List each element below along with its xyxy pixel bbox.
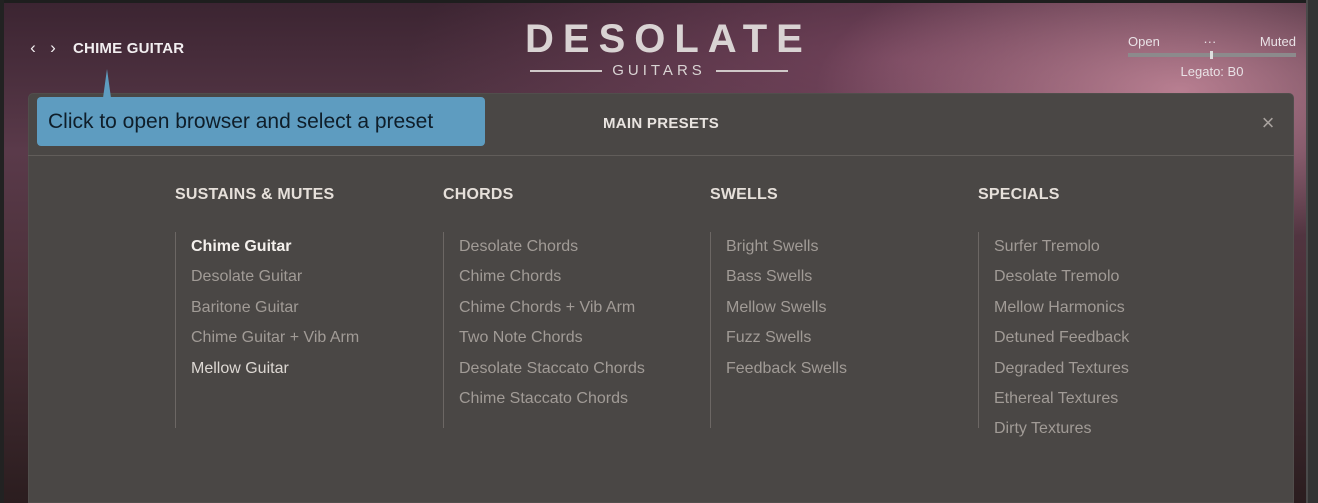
mode-mid-label: ···	[1203, 34, 1217, 49]
window-top-edge	[0, 0, 1318, 3]
next-preset-icon[interactable]: ›	[47, 38, 59, 58]
column-divider	[443, 232, 444, 428]
preset-item[interactable]: Desolate Chords	[459, 232, 683, 262]
articulation-labels: Open ··· Muted	[1128, 34, 1296, 49]
preset-item[interactable]: Mellow Swells	[726, 293, 950, 323]
preset-item[interactable]: Chime Chords + Vib Arm	[459, 293, 683, 323]
column-title: SUSTAINS & MUTES	[175, 186, 335, 203]
articulation-control: Open ··· Muted Legato: B0	[1128, 34, 1296, 79]
preset-item[interactable]: Chime Guitar	[191, 232, 415, 262]
preset-item[interactable]: Chime Chords	[459, 262, 683, 292]
logo-subtitle: GUITARS	[612, 62, 706, 79]
preset-item[interactable]: Mellow Guitar	[191, 354, 415, 384]
preset-item[interactable]: Desolate Tremolo	[994, 262, 1218, 292]
preset-item[interactable]: Chime Staccato Chords	[459, 384, 683, 414]
logo-rule-right	[715, 70, 788, 72]
window-left-edge	[0, 0, 4, 503]
product-logo: DESOLATE GUITARS	[516, 17, 812, 79]
previous-preset-icon[interactable]: ‹	[27, 38, 39, 58]
column-title: SWELLS	[710, 186, 778, 203]
preset-item[interactable]: Baritone Guitar	[191, 293, 415, 323]
mode-open-label[interactable]: Open	[1128, 34, 1160, 49]
preset-item[interactable]: Desolate Guitar	[191, 262, 415, 292]
preset-item[interactable]: Dirty Textures	[994, 414, 1218, 444]
preset-item[interactable]: Feedback Swells	[726, 354, 950, 384]
preset-item[interactable]: Bright Swells	[726, 232, 950, 262]
preset-item[interactable]: Chime Guitar + Vib Arm	[191, 323, 415, 353]
column-title: CHORDS	[443, 186, 514, 203]
logo-rule-left	[530, 70, 603, 72]
preset-column-specials: SPECIALS Surfer Tremolo Desolate Tremolo…	[978, 186, 1218, 445]
preset-item[interactable]: Ethereal Textures	[994, 384, 1218, 414]
logo-title: DESOLATE	[525, 17, 812, 61]
preset-item[interactable]: Two Note Chords	[459, 323, 683, 353]
column-title: SPECIALS	[978, 186, 1060, 203]
current-preset-name[interactable]: CHIME GUITAR	[73, 40, 184, 57]
preset-list: Chime Guitar Desolate Guitar Baritone Gu…	[175, 232, 415, 428]
preset-column-swells: SWELLS Bright Swells Bass Swells Mellow …	[710, 186, 950, 428]
column-divider	[978, 232, 979, 428]
preset-list: Surfer Tremolo Desolate Tremolo Mellow H…	[978, 232, 1218, 445]
preset-item[interactable]: Detuned Feedback	[994, 323, 1218, 353]
articulation-slider-handle[interactable]	[1210, 51, 1213, 59]
column-divider	[175, 232, 176, 428]
logo-subtitle-row: GUITARS	[516, 63, 802, 79]
preset-navigator: ‹ › CHIME GUITAR	[27, 38, 184, 58]
column-divider	[710, 232, 711, 428]
mode-muted-label[interactable]: Muted	[1260, 34, 1296, 49]
close-icon[interactable]: ×	[1258, 111, 1278, 135]
preset-list: Desolate Chords Chime Chords Chime Chord…	[443, 232, 683, 428]
app-window: ‹ › CHIME GUITAR DESOLATE GUITARS Open ·…	[0, 0, 1318, 503]
preset-item[interactable]: Bass Swells	[726, 262, 950, 292]
legato-indicator: Legato: B0	[1180, 64, 1244, 79]
preset-column-chords: CHORDS Desolate Chords Chime Chords Chim…	[443, 186, 683, 428]
preset-list: Bright Swells Bass Swells Mellow Swells …	[710, 232, 950, 428]
window-scrollbar[interactable]	[1306, 0, 1318, 503]
preset-item[interactable]: Fuzz Swells	[726, 323, 950, 353]
preset-item[interactable]: Mellow Harmonics	[994, 293, 1218, 323]
help-tooltip: Click to open browser and select a prese…	[37, 97, 485, 146]
articulation-slider[interactable]	[1128, 51, 1296, 59]
tooltip-pointer	[103, 69, 111, 98]
preset-item[interactable]: Degraded Textures	[994, 354, 1218, 384]
preset-column-sustains: SUSTAINS & MUTES Chime Guitar Desolate G…	[175, 186, 415, 428]
preset-item[interactable]: Surfer Tremolo	[994, 232, 1218, 262]
preset-browser-panel: MAIN PRESETS × SUSTAINS & MUTES Chime Gu…	[28, 93, 1294, 503]
preset-item[interactable]: Desolate Staccato Chords	[459, 354, 683, 384]
